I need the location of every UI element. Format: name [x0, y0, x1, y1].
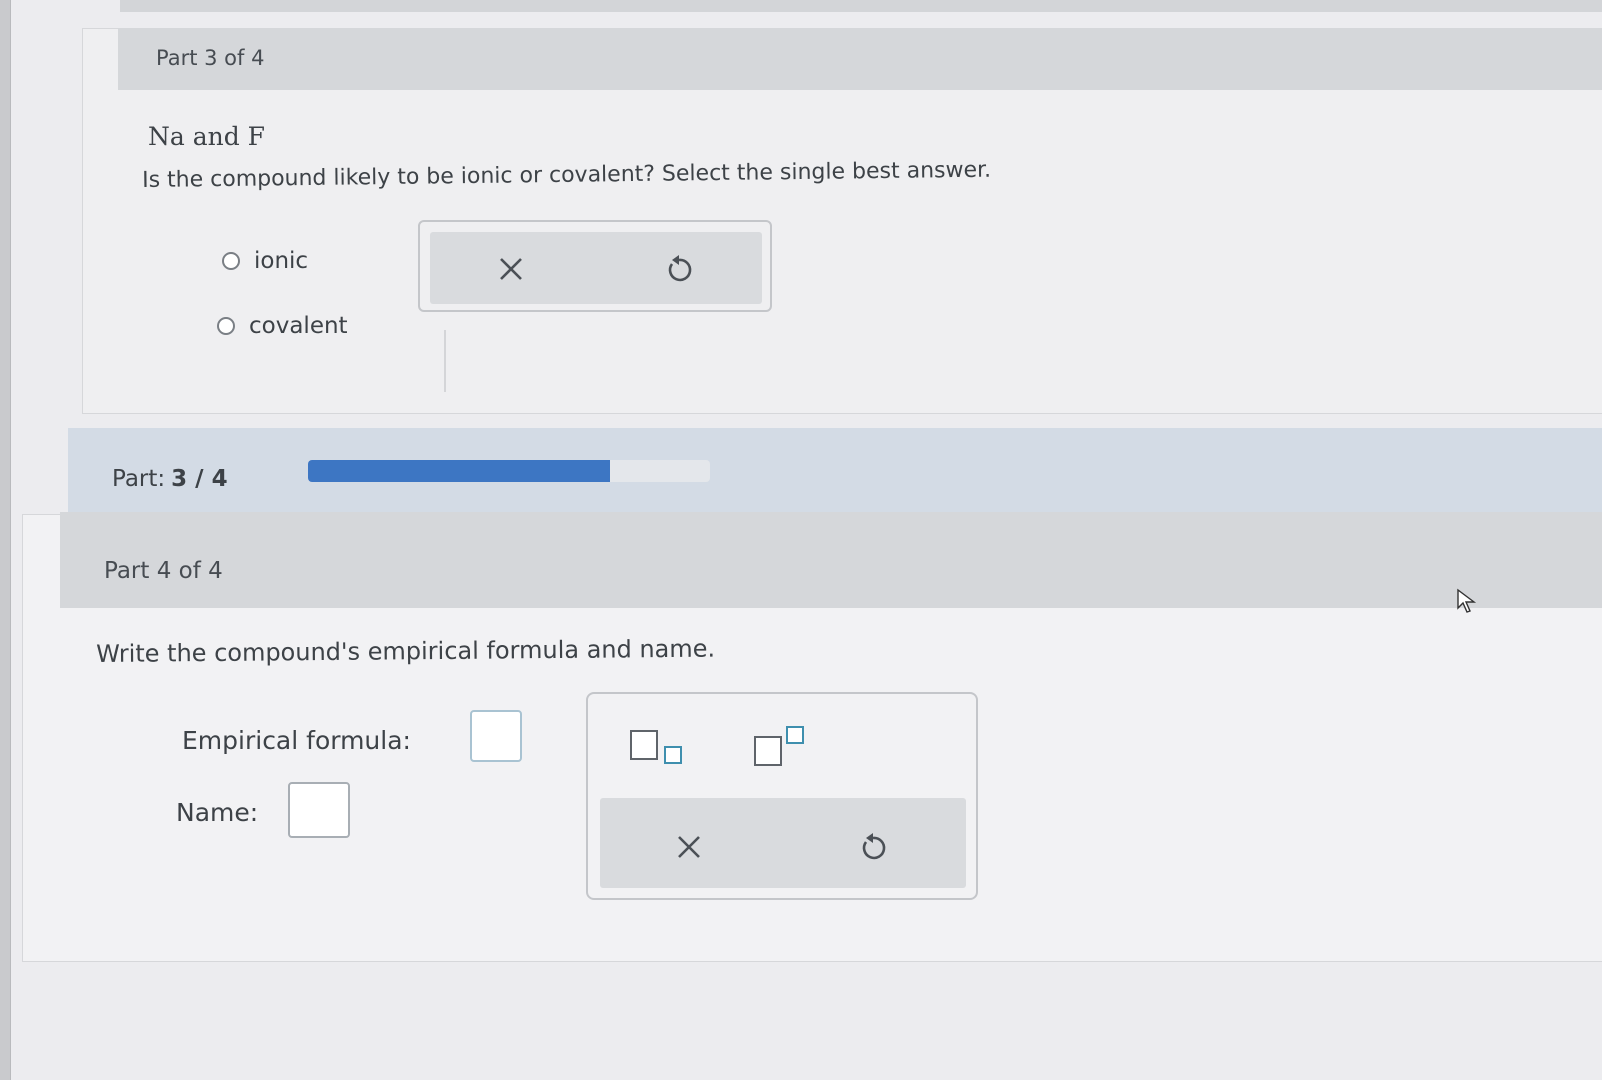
- option-ionic-label: ionic: [254, 248, 309, 274]
- name-input[interactable]: [288, 782, 350, 838]
- undo-icon[interactable]: [664, 252, 694, 290]
- close-icon[interactable]: [674, 832, 704, 868]
- superscript-icon[interactable]: [754, 726, 810, 768]
- part4-toolbox-bar: [600, 798, 966, 888]
- part3-toolbox-bar: [430, 232, 762, 304]
- subscript-icon[interactable]: [630, 730, 686, 770]
- progress-label: Part: 3 / 4: [112, 466, 228, 492]
- undo-icon[interactable]: [858, 830, 888, 868]
- option-ionic[interactable]: ionic: [222, 248, 308, 274]
- progress-bar: [308, 460, 710, 482]
- close-icon[interactable]: [496, 254, 526, 290]
- divider: [444, 330, 446, 392]
- part3-header: Part 3 of 4: [118, 28, 1602, 90]
- option-covalent[interactable]: covalent: [217, 313, 348, 339]
- instruction-text: Write the compound's empirical formula a…: [96, 634, 716, 668]
- formula-input[interactable]: [470, 710, 522, 762]
- part4-header: Part 4 of 4: [60, 512, 1602, 608]
- radio-covalent[interactable]: [217, 317, 235, 335]
- progress-fill: [308, 460, 610, 482]
- formula-label: Empirical formula:: [182, 726, 411, 755]
- molecule-text: Na and F: [148, 122, 266, 151]
- progress-band: [68, 428, 1602, 516]
- part3-toolbox: [418, 220, 772, 312]
- option-covalent-label: covalent: [249, 313, 348, 339]
- radio-ionic[interactable]: [222, 252, 240, 270]
- progress-value: 3 / 4: [171, 466, 228, 492]
- part4-header-label: Part 4 of 4: [104, 558, 223, 584]
- name-label: Name:: [176, 798, 259, 827]
- part3-header-label: Part 3 of 4: [156, 46, 265, 70]
- top-bar: [120, 0, 1602, 12]
- progress-label-text: Part:: [112, 466, 166, 492]
- part4-toolbox: [586, 692, 978, 900]
- mouse-cursor-icon: [1456, 588, 1478, 614]
